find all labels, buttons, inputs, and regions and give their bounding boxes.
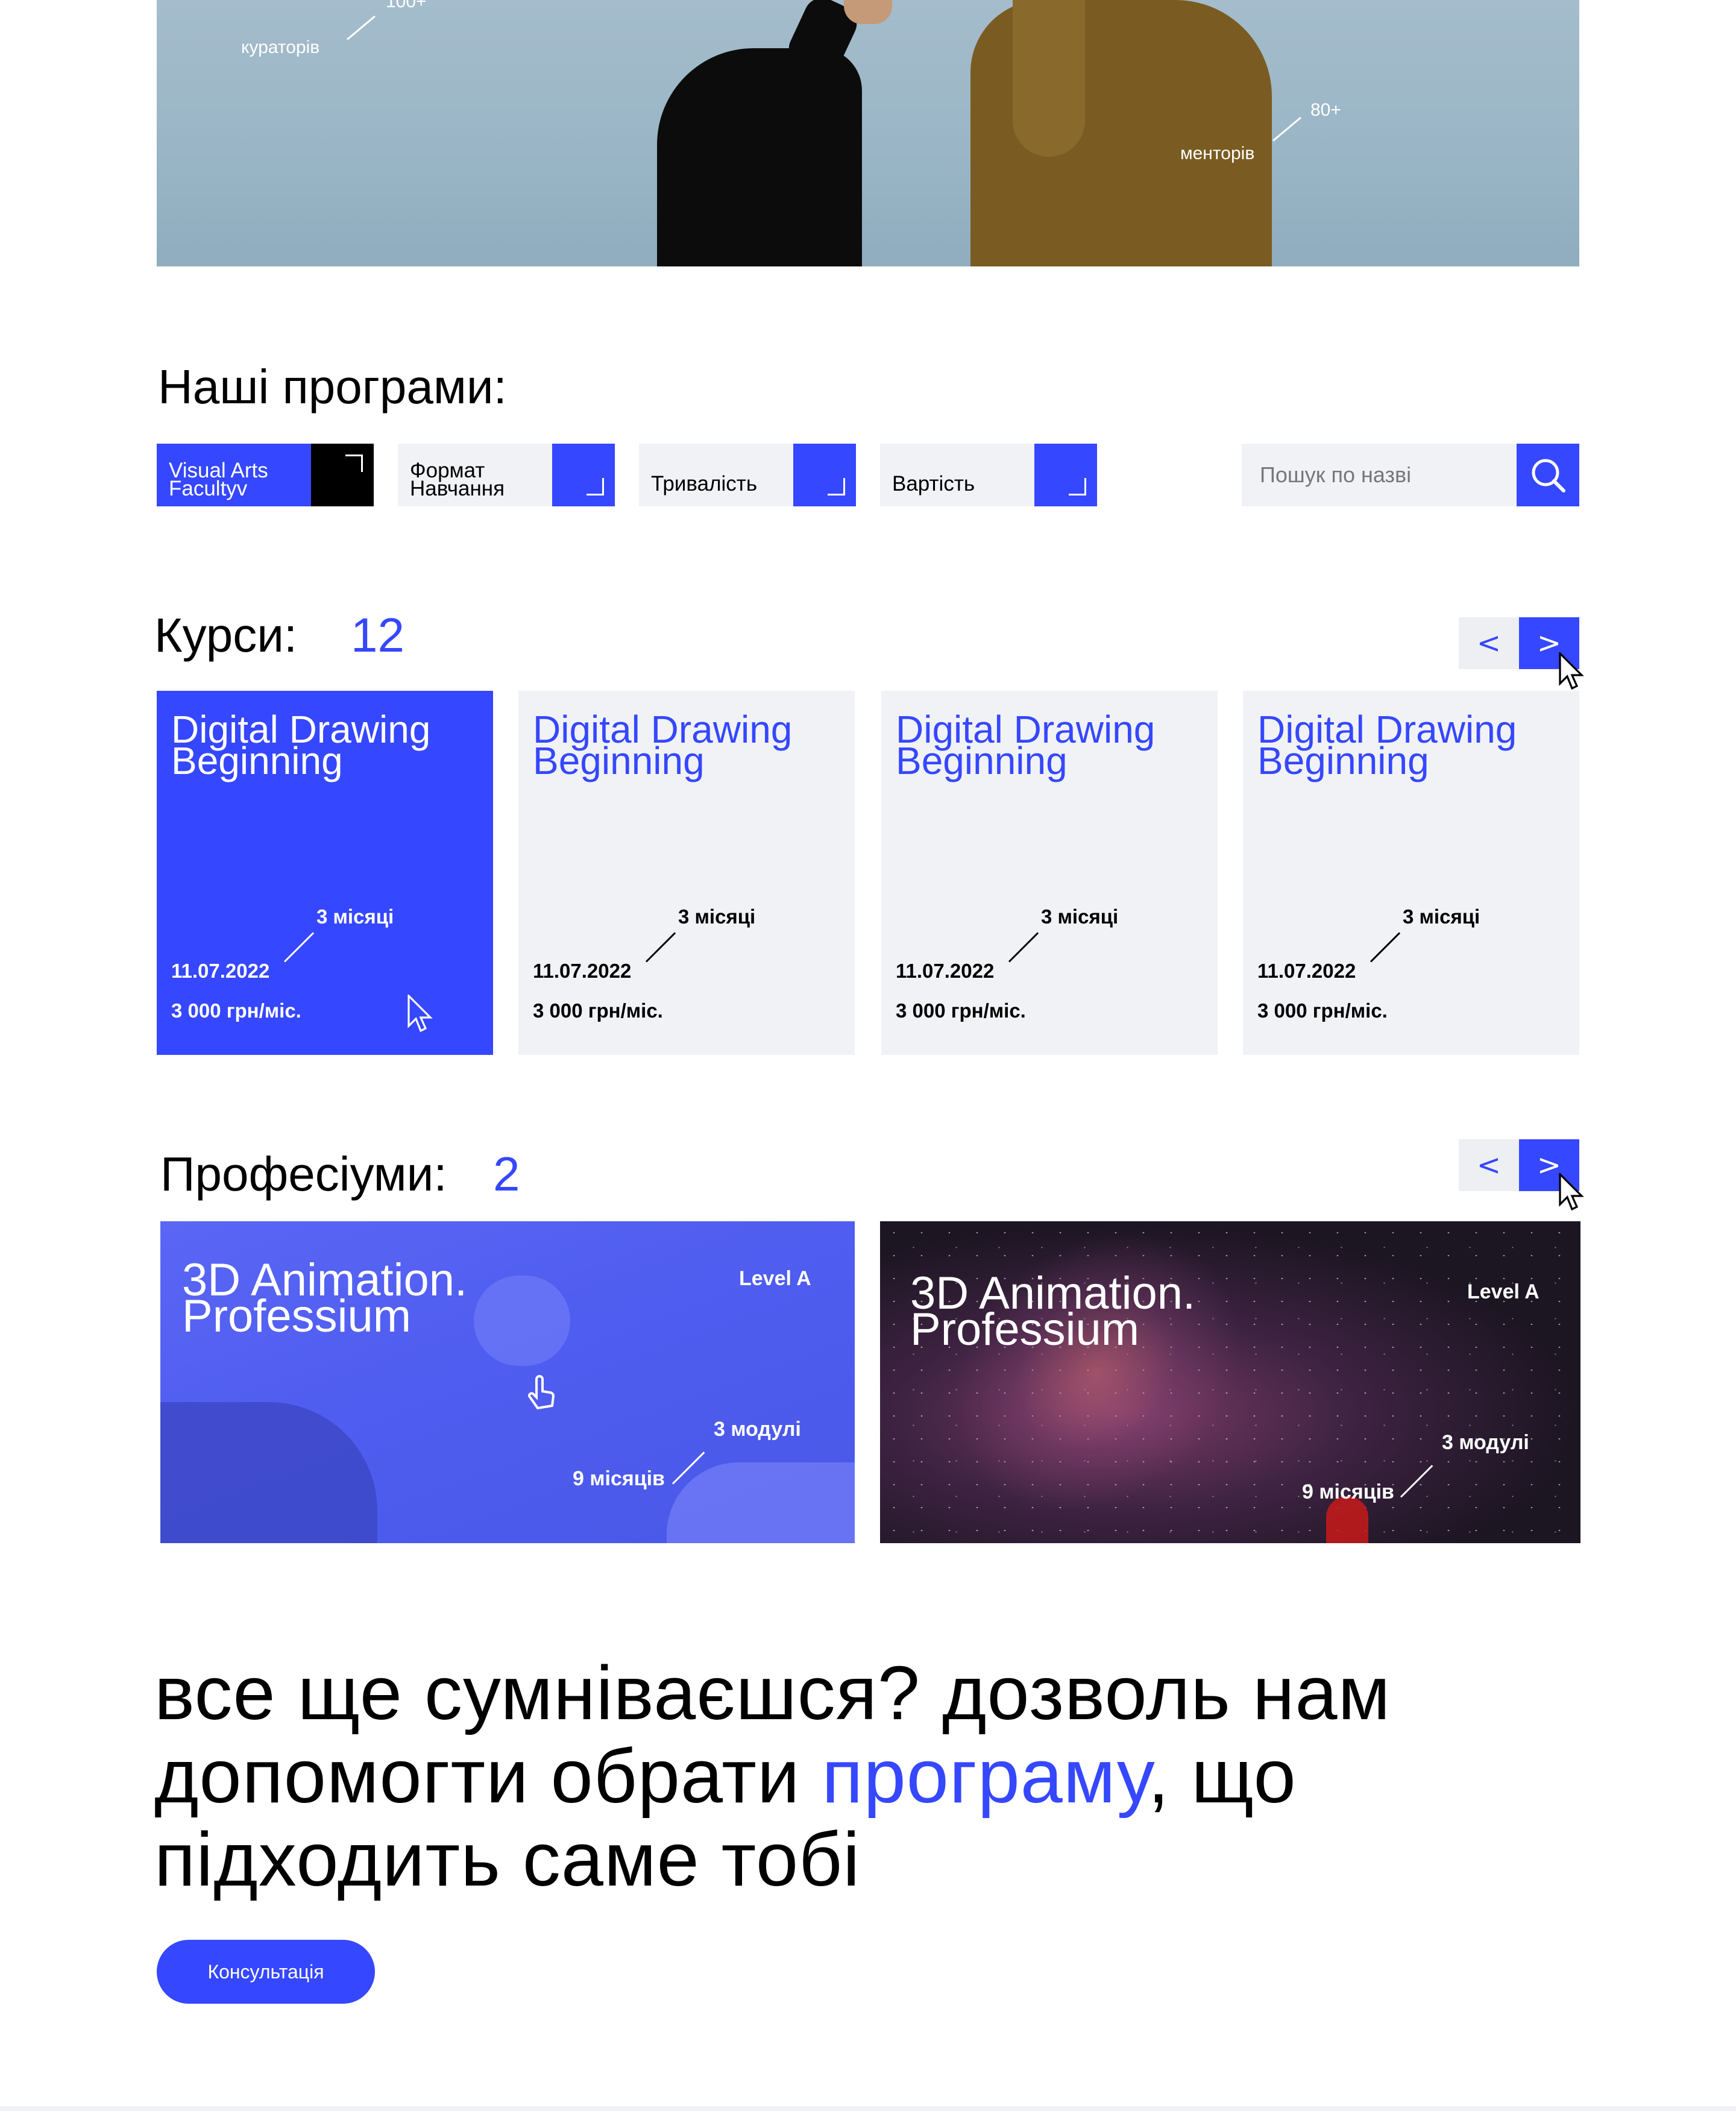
stat-curators-label: кураторів [241,37,320,57]
professiums-prev-label: < [1476,1148,1502,1182]
course-title: Digital Drawing Beginning [533,708,793,782]
course-title: Digital Drawing Beginning [171,708,431,782]
professium-duration: 9 місяців [573,1467,665,1490]
course-start-date: 11.07.2022 [1257,960,1356,982]
courses-prev-button[interactable]: < [1459,617,1519,669]
course-start-date: 11.07.2022 [171,960,270,982]
courses-prev-label: < [1476,626,1502,660]
filter-duration-toggle-icon [793,444,856,506]
professium-title: 3D Animation. Professium [182,1254,468,1342]
filter-duration-label: Тривалість [651,472,758,496]
course-card[interactable]: Digital Drawing Beginning 3 місяці 11.07… [1243,691,1579,1055]
courses-count: 12 [351,608,404,662]
course-price: 3 000 грн/міс. [1257,999,1388,1022]
hero-person-right-arm [1013,0,1085,157]
course-divider [283,932,315,963]
professiums-prev-button[interactable]: < [1459,1139,1519,1191]
programs-title: Наші програми: [158,360,507,414]
professiums-count: 2 [493,1147,520,1201]
professium-title: 3D Animation. Professium [910,1268,1196,1355]
professium-level: Level A [739,1267,811,1290]
hand-pointer-icon [528,1375,555,1410]
hero-image: 100+ кураторів 80+ менторів [157,0,1579,266]
filter-faculty-label: Visual Arts Facultyv [169,459,268,500]
cta-heading: все ще сумніваєшся? дозволь нам допомогт… [154,1652,1480,1901]
course-divider [1008,932,1039,963]
course-start-date: 11.07.2022 [896,960,995,982]
course-duration: 3 місяці [1403,905,1480,928]
stat-curators-number: 100+ [386,0,427,11]
search-icon [1532,459,1565,492]
mouse-pointer-icon [407,995,433,1033]
search-input[interactable] [1242,444,1507,506]
filter-faculty[interactable]: Visual Arts Facultyv [157,444,374,506]
course-title: Digital Drawing Beginning [1257,708,1517,782]
courses-title: Курси: [154,608,298,662]
filter-faculty-toggle-icon [311,444,374,506]
filter-price-toggle-icon [1034,444,1097,506]
professium-modules: 3 модулі [1442,1431,1529,1454]
stat-curators-tick [347,15,376,40]
filter-format-label: Формат Навчання [410,459,505,500]
professiums-title: Професіуми: [160,1147,447,1201]
professium-photo-shape [160,1402,377,1543]
course-price: 3 000 грн/міс. [171,999,301,1022]
stat-mentors-tick [1272,116,1301,142]
professium-card[interactable]: 3D Animation. Professium Level A 3 модул… [880,1221,1580,1543]
hero-person-left [657,48,862,266]
filter-duration[interactable]: Тривалість [639,444,856,506]
hero-hand [844,0,892,24]
stat-mentors-label: менторів [1180,143,1255,163]
mouse-pointer-icon [1559,652,1584,690]
filter-price[interactable]: Вартість [880,444,1097,506]
professium-card[interactable]: 3D Animation. Professium Level A 3 модул… [160,1221,855,1543]
professium-modules: 3 модулі [714,1418,801,1441]
search-button[interactable] [1517,444,1579,506]
course-divider [1370,932,1401,963]
filter-format-toggle-icon [552,444,615,506]
course-card[interactable]: Digital Drawing Beginning 3 місяці 11.07… [518,691,855,1055]
filter-price-label: Вартість [892,472,975,496]
mouse-pointer-icon [1559,1173,1584,1211]
stat-mentors-number: 80+ [1310,100,1341,120]
course-price: 3 000 грн/міс. [533,999,663,1022]
course-title: Digital Drawing Beginning [896,708,1156,782]
course-price: 3 000 грн/міс. [896,999,1026,1022]
course-divider [645,932,676,963]
course-duration: 3 місяці [316,905,394,928]
course-start-date: 11.07.2022 [533,960,632,982]
course-card[interactable]: Digital Drawing Beginning 3 місяці 11.07… [157,691,493,1055]
course-duration: 3 місяці [1041,905,1119,928]
cta-accent-link[interactable]: програму [822,1734,1148,1819]
professium-photo-shape [667,1462,855,1543]
course-card[interactable]: Digital Drawing Beginning 3 місяці 11.07… [881,691,1218,1055]
footer-divider [0,2106,1736,2111]
course-duration: 3 місяці [678,905,756,928]
consultation-button[interactable]: Консультація [157,1940,375,2004]
professium-duration: 9 місяців [1302,1480,1394,1503]
filter-format[interactable]: Формат Навчання [398,444,615,506]
search-box [1242,444,1579,506]
professium-level: Level A [1467,1280,1539,1303]
